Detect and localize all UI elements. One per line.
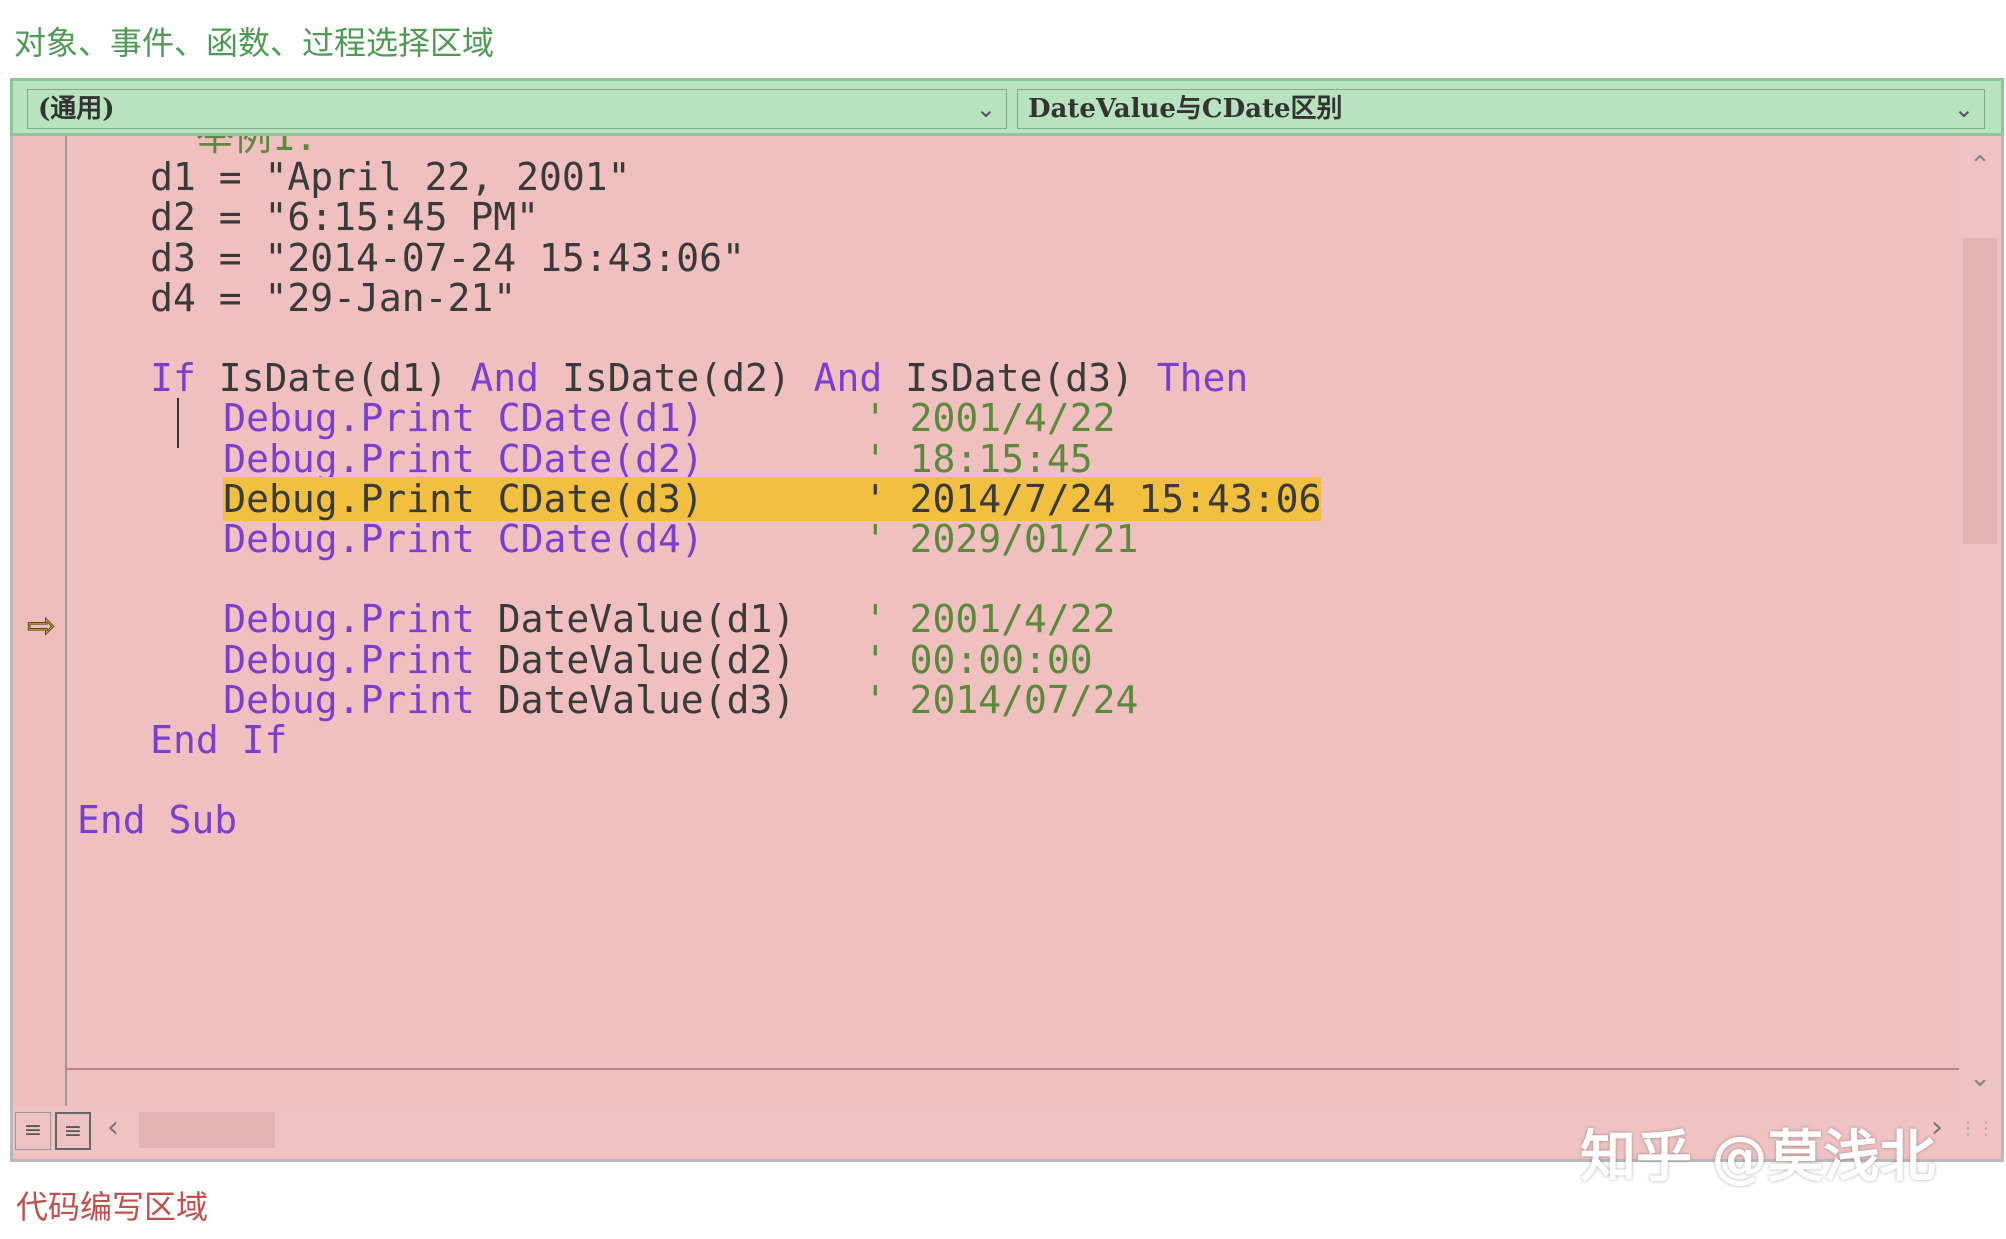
code-keyword: CDate(d4)	[497, 517, 704, 561]
object-combo-value: (通用)	[38, 94, 115, 124]
procedure-combo-value: DateValue与CDate区别	[1028, 94, 1343, 124]
chevron-down-icon[interactable]: ⌄	[1954, 90, 1974, 128]
code-line[interactable]: End If	[150, 715, 287, 765]
procedure-separator	[65, 1068, 1959, 1070]
code-comment: ' 2029/01/21	[863, 517, 1139, 561]
code-line[interactable]: Debug.Print DateValue(d3) ' 2014/07/24	[223, 675, 1138, 725]
vertical-scrollbar[interactable]: ⌃ ⌄	[1959, 136, 2001, 1106]
watermark: 知乎 @莫浅北	[1580, 1125, 1936, 1190]
procedure-combo[interactable]: DateValue与CDate区别 ⌄	[1017, 89, 1985, 129]
code-editor[interactable]: ' 举例1: d1 = "April 22, 2001" d2 = "6:15:45…	[13, 136, 1959, 1072]
code-window: ⇨ ' 举例1: d1 = "April 22, 2001" d2 = "6:15:…	[10, 136, 2004, 1162]
chevron-down-icon[interactable]: ⌄	[1959, 1058, 2001, 1098]
horizontal-scroll-thumb[interactable]	[139, 1112, 275, 1148]
code-area-caption: 代码编写区域	[16, 1188, 209, 1226]
code-keyword: Debug.Print	[223, 517, 475, 561]
code-line[interactable]: End Sub	[77, 795, 237, 845]
chevron-left-icon[interactable]: ‹	[107, 1110, 119, 1145]
code-line[interactable]: Debug.Print CDate(d4) ' 2029/01/21	[223, 514, 1138, 564]
code-keyword: Then	[1156, 356, 1249, 401]
code-keyword: End Sub	[77, 798, 238, 843]
code-text: d4 = "29-Jan-21"	[150, 275, 517, 320]
code-comment: ' 2014/07/24	[863, 677, 1139, 722]
procedure-view-button[interactable]: ≡	[15, 1112, 51, 1150]
text-cursor	[177, 398, 179, 448]
chevron-up-icon[interactable]: ⌃	[1959, 146, 2001, 186]
code-line[interactable]: d4 = "29-Jan-21"	[150, 273, 516, 323]
selector-bar: (通用) ⌄ DateValue与CDate区别 ⌄	[10, 78, 2004, 136]
code-keyword: End If	[150, 718, 288, 762]
object-combo[interactable]: (通用) ⌄	[27, 89, 1007, 129]
code-keyword: If	[150, 356, 196, 401]
chevron-down-icon[interactable]: ⌄	[976, 90, 996, 128]
code-text: DateValue(d3)	[474, 677, 864, 722]
selector-area-caption: 对象、事件、函数、过程选择区域	[14, 24, 495, 62]
resize-grip-icon[interactable]: ⋮⋮	[1959, 1118, 1995, 1139]
vertical-scroll-thumb[interactable]	[1963, 238, 1997, 544]
full-module-view-button[interactable]: ≡	[55, 1112, 91, 1150]
